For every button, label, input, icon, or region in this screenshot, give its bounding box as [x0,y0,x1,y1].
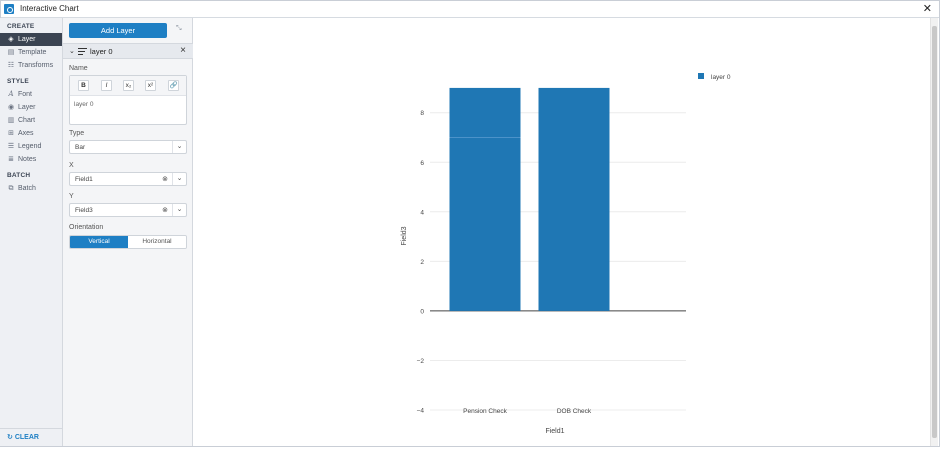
clear-y-icon[interactable]: ⊗ [162,206,168,214]
nav-item-label: Font [18,91,33,98]
orientation-label: Orientation [69,224,104,231]
nav-item-label: Transforms [18,62,54,69]
name-label: Name [69,65,88,72]
y-tick-label: −4 [417,408,425,415]
type-select[interactable]: Bar ⌄ [69,140,187,154]
chevron-down-icon: ⌄ [172,204,186,216]
nav-section-style: STYLE [7,78,29,85]
nav-item-axes[interactable]: ⊞ Axes [0,127,62,140]
nav-item-chart[interactable]: ▥ Chart [0,114,62,127]
batch-icon: ⧉ [8,185,14,192]
nav-item-template[interactable]: ▤ Template [0,46,62,59]
y-tick-label: 2 [420,259,424,266]
font-icon: A [8,90,14,98]
italic-button[interactable]: I [101,80,112,91]
clear-label: CLEAR [14,434,39,441]
template-icon: ▤ [7,49,15,56]
nav-item-label: Batch [18,185,36,192]
y-select[interactable]: Field3 ⊗ ⌄ [69,203,187,217]
nav-section-create: CREATE [7,23,35,30]
bar-layer-icon [78,48,87,55]
clear-button[interactable]: ↻ CLEAR [0,428,62,446]
y-tick-label: 8 [420,110,424,117]
close-icon[interactable]: ✕ [923,2,932,15]
legend-swatch [698,73,704,79]
editor-toolbar: B I x₂ x² 🔗 [70,76,186,96]
legend-entry: layer 0 [711,74,731,81]
link-icon[interactable]: 🔗 [168,80,179,91]
bold-button[interactable]: B [78,80,89,91]
clear-x-icon[interactable]: ⊗ [162,175,168,183]
chart-legend: layer 0 [698,73,731,81]
scrollbar-thumb[interactable] [932,26,937,438]
name-editor[interactable]: B I x₂ x² 🔗 layer 0 [69,75,187,125]
grid-icon: ⊞ [8,130,14,137]
layer-header-name: layer 0 [90,47,113,56]
y-tick-label: −2 [417,358,425,365]
x-select[interactable]: Field1 ⊗ ⌄ [69,172,187,186]
nav-item-label: Layer [18,36,36,43]
legend-icon: ☰ [7,143,15,150]
nav-item-legend[interactable]: ☰ Legend [0,140,62,153]
bar-chart: −4−202468 Pension Check DOB Check Field3 … [401,73,731,435]
x-label: X [69,162,74,169]
bar-chart-icon: ▥ [7,117,15,124]
nav-item-notes[interactable]: ≣ Notes [0,153,62,166]
x-tick-label: Pension Check [463,408,507,415]
nav-item-label: Notes [18,156,37,163]
layer-panel: Add Layer ⤡ ⌄ layer 0 × Name B I x₂ x² 🔗… [63,18,193,446]
nav-item-label: Axes [18,130,34,137]
chart-bars [449,87,610,311]
layer-header[interactable]: ⌄ layer 0 × [63,43,193,59]
remove-layer-icon[interactable]: × [180,45,186,56]
x-select-value: Field1 [75,176,93,183]
chevron-down-icon[interactable]: ⌄ [69,47,75,55]
chart-area: −4 −2 0 2 4 6 8 Pension Check DOB Check Field3 … [194,18,930,446]
nav-item-label: Chart [18,117,36,124]
add-layer-button[interactable]: Add Layer [69,23,167,38]
y-tick-label: 0 [420,308,424,315]
refresh-icon: ↻ [7,434,13,441]
collapse-icon[interactable]: ⤡ [176,25,182,33]
nav-item-style-layer[interactable]: ◉ Layer [0,101,62,114]
nav-item-layer[interactable]: ◈ Layer [0,33,62,46]
vertical-scrollbar[interactable] [930,18,938,446]
nav-item-label: Legend [18,143,42,150]
nav-section-batch: BATCH [7,172,31,179]
x-axis-label: Field1 [545,428,564,435]
chevron-down-icon: ⌄ [172,141,186,153]
bar [538,87,610,311]
superscript-button[interactable]: x² [145,80,156,91]
y-select-value: Field3 [75,207,93,214]
app-logo-icon [4,4,14,14]
window-title: Interactive Chart [20,4,79,13]
y-tick-label: 4 [420,209,424,216]
nav-item-label: Template [18,49,47,56]
nav-item-batch[interactable]: ⧉ Batch [0,182,62,195]
notes-icon: ≣ [8,156,14,163]
orientation-toggle: Vertical Horizontal [69,235,187,249]
transforms-icon: ☷ [7,62,15,69]
orientation-horizontal-button[interactable]: Horizontal [128,236,186,248]
subscript-button[interactable]: x₂ [123,80,134,91]
nav-item-label: Layer [18,104,36,111]
layers-icon: ◈ [8,36,14,43]
orientation-vertical-button[interactable]: Vertical [70,236,128,248]
chevron-down-icon: ⌄ [172,173,186,185]
y-tick-label: 6 [420,160,424,167]
left-nav: CREATE ◈ Layer ▤ Template ☷ Transforms S… [0,18,63,446]
title-bar: Interactive Chart ✕ [1,1,939,18]
y-axis-label: Field3 [401,226,408,245]
x-tick-label: DOB Check [557,408,592,415]
type-select-value: Bar [75,144,86,151]
y-label: Y [69,193,74,200]
bar [449,87,521,311]
type-label: Type [69,130,85,137]
name-editor-text[interactable]: layer 0 [74,101,94,108]
x-tick-labels: Pension Check DOB Check [463,408,592,415]
eye-icon: ◉ [7,104,15,111]
nav-item-font[interactable]: A Font [0,88,62,101]
y-tick-labels: −4 −2 0 2 4 6 8 [417,110,425,414]
nav-item-transforms[interactable]: ☷ Transforms [0,59,62,72]
